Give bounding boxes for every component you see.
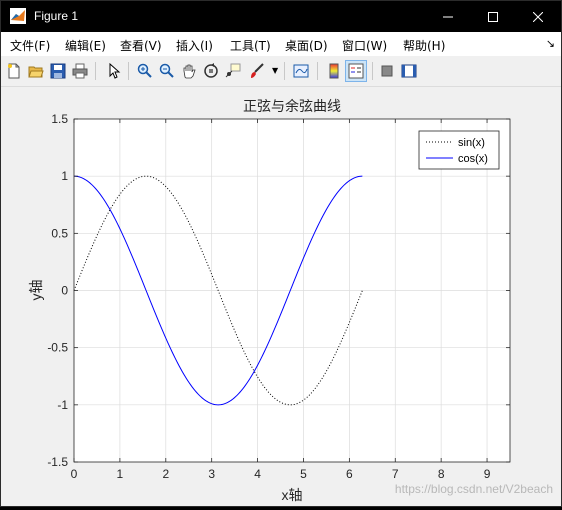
edit-plot-button[interactable] [104, 61, 124, 81]
y-tick-label: 0.5 [51, 226, 68, 240]
link-plot-icon [293, 64, 309, 78]
menu-edit[interactable]: 编辑(E) [65, 37, 106, 54]
brush-button[interactable] [247, 61, 267, 81]
link-plot-button[interactable] [291, 61, 311, 81]
data-cursor-button[interactable] [223, 61, 243, 81]
x-tick-label: 9 [484, 467, 491, 481]
figure-window: Figure 1 文件(F) 编辑(E) 查看(V) 插入(I) 工具(T) 桌… [0, 0, 562, 507]
y-tick-label: -0.5 [47, 341, 68, 355]
menu-help[interactable]: 帮助(H) [403, 37, 445, 54]
print-icon [72, 63, 88, 79]
x-tick-label: 1 [117, 467, 124, 481]
new-figure-icon [8, 63, 20, 79]
window-title: Figure 1 [34, 9, 79, 23]
toolbar: ▼ [1, 56, 561, 87]
figure-canvas: 0 1 2 3 4 5 6 7 8 9 1.5 1 0.5 0 -0.5 -1 -1.5 正弦与余弦曲线 x轴 … [1, 87, 561, 506]
zoom-in-button[interactable] [135, 61, 155, 81]
colorbar-icon [329, 63, 339, 79]
show-plot-tools-button[interactable] [399, 61, 419, 81]
close-icon [533, 11, 543, 22]
new-figure-button[interactable] [4, 61, 24, 81]
pan-button[interactable] [179, 61, 199, 81]
menu-insert[interactable]: 插入(I) [176, 37, 213, 54]
rotate-3d-button[interactable] [201, 61, 221, 81]
y-tick-label: 1.5 [51, 112, 68, 126]
zoom-out-icon [159, 63, 174, 78]
open-file-button[interactable] [26, 61, 46, 81]
pan-icon [183, 64, 196, 79]
y-tick-label: -1 [57, 398, 68, 412]
y-tick-label: 1 [61, 169, 68, 183]
x-axis-label: x轴 [282, 487, 303, 503]
open-file-icon [28, 66, 44, 78]
legend-icon [348, 63, 364, 79]
x-tick-label: 7 [392, 467, 399, 481]
maximize-icon [488, 11, 498, 22]
legend-cos-label: cos(x) [458, 153, 488, 165]
toolbar-separator [372, 62, 373, 80]
x-tick-label: 6 [346, 467, 353, 481]
menu-desktop[interactable]: 桌面(D) [285, 37, 328, 54]
hide-plot-tools-button[interactable] [377, 61, 397, 81]
data-cursor-icon [225, 63, 241, 78]
legend-button[interactable] [345, 60, 367, 82]
zoom-out-button[interactable] [157, 61, 177, 81]
matlab-logo-icon [10, 8, 26, 24]
plot-svg: 0 1 2 3 4 5 6 7 8 91.510.50-0.5-1-1.5 正弦与余弦曲线 x轴 … [28, 98, 553, 503]
rotate-3d-icon [204, 63, 218, 78]
save-icon [50, 63, 66, 79]
toolbar-separator [128, 62, 129, 80]
print-button[interactable] [70, 61, 90, 81]
x-tick-label: 3 [208, 467, 215, 481]
save-button[interactable] [48, 61, 68, 81]
chart-title: 正弦与余弦曲线 [243, 98, 341, 114]
watermark: https://blog.csdn.net/V2beach [395, 482, 553, 496]
edit-plot-icon [109, 63, 121, 79]
brush-icon [251, 63, 264, 78]
menu-overflow-icon[interactable]: ↘ [546, 37, 555, 50]
maximize-button[interactable] [470, 1, 516, 32]
hide-plot-tools-icon [381, 65, 393, 77]
brush-dropdown-icon[interactable]: ▼ [272, 66, 278, 75]
close-button[interactable] [515, 1, 561, 32]
toolbar-separator [284, 62, 285, 80]
minimize-button[interactable] [425, 1, 471, 32]
legend-sin-label: sin(x) [458, 137, 485, 149]
menu-window[interactable]: 窗口(W) [342, 37, 387, 54]
x-tick-label: 5 [300, 467, 307, 481]
colorbar-button[interactable] [324, 61, 344, 81]
legend[interactable]: sin(x) cos(x) [418, 130, 500, 170]
menu-tools[interactable]: 工具(T) [230, 37, 271, 54]
y-tick-label: 0 [61, 284, 68, 298]
minimize-icon [443, 16, 453, 17]
title-bar[interactable]: Figure 1 [1, 1, 561, 32]
zoom-in-icon [137, 63, 152, 78]
show-plot-tools-icon [401, 64, 417, 78]
toolbar-separator [317, 62, 318, 80]
y-tick-label: -1.5 [47, 455, 68, 469]
menu-bar: 文件(F) 编辑(E) 查看(V) 插入(I) 工具(T) 桌面(D) 窗口(W… [1, 32, 561, 56]
x-tick-label: 8 [438, 467, 445, 481]
x-tick-label: 0 [71, 467, 78, 481]
x-tick-label: 2 [162, 467, 169, 481]
x-tick-label: 4 [254, 467, 261, 481]
menu-file[interactable]: 文件(F) [10, 37, 50, 54]
menu-view[interactable]: 查看(V) [120, 37, 162, 54]
y-axis-label: y轴 [28, 280, 44, 301]
toolbar-separator [95, 62, 96, 80]
